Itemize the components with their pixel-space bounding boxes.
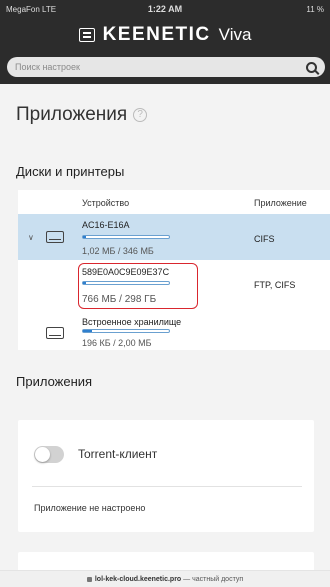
disks-section-title: Диски и принтеры <box>16 164 125 179</box>
table-row[interactable]: ∨ AC16-E16A 1,02 МБ / 346 МБ CIFS <box>18 214 330 260</box>
url-host: lol-kek-cloud.keenetic.pro <box>94 576 182 583</box>
lock-icon <box>86 576 92 582</box>
expand-icon[interactable]: ∨ <box>28 233 34 242</box>
search-icon[interactable] <box>306 61 317 73</box>
column-header-device: Устройство <box>82 198 130 208</box>
search-input[interactable] <box>15 62 306 72</box>
device-apps: CIFS <box>254 234 275 244</box>
torrent-card: Torrent-клиент Приложение не настроено <box>18 420 314 532</box>
usage-bar-fill <box>83 330 92 332</box>
page-title: Приложения <box>16 104 128 125</box>
help-icon[interactable]: ? <box>133 108 148 122</box>
device-size: 1,02 МБ / 346 МБ <box>82 246 154 256</box>
page-title-row: Приложения ? <box>16 104 148 126</box>
app-header: MegaFon LTE 1:22 AM 11 % KEENETIC Viva <box>0 0 330 84</box>
device-name: AC16-E16A <box>82 220 130 230</box>
usage-bar <box>82 329 170 333</box>
highlight-frame <box>78 263 198 309</box>
device-size: 196 КБ / 2,00 МБ <box>82 338 152 348</box>
usage-bar-fill <box>83 236 87 238</box>
status-bar: MegaFon LTE 1:22 AM 11 % <box>0 0 330 18</box>
drive-icon <box>46 327 64 339</box>
apps-section-title: Приложения <box>16 374 93 389</box>
table-row[interactable]: Встроенное хранилище 196 КБ / 2,00 МБ <box>18 314 330 350</box>
battery-level: 11 % <box>306 5 324 14</box>
disks-table: Устройство Приложение ∨ AC16-E16A 1,02 М… <box>18 190 330 350</box>
status-note: Приложение не настроено <box>34 503 146 513</box>
torrent-toggle[interactable] <box>34 446 64 463</box>
menu-icon[interactable] <box>78 28 95 42</box>
url-suffix: — частный доступ <box>183 576 244 583</box>
search-bar <box>7 57 325 77</box>
column-header-apps: Приложение <box>254 198 307 208</box>
torrent-label: Torrent-клиент <box>78 447 158 461</box>
toggle-knob <box>35 447 50 462</box>
url-bar[interactable]: lol-kek-cloud.keenetic.pro — частный дос… <box>0 570 330 587</box>
device-apps: FTP, CIFS <box>254 280 296 290</box>
clock: 1:22 AM <box>147 4 183 14</box>
brand-name: KEENETIC <box>102 24 211 45</box>
brand-bar: KEENETIC Viva <box>0 22 330 48</box>
divider <box>32 486 302 487</box>
drive-icon <box>46 231 64 243</box>
brand-model: Viva <box>218 25 252 44</box>
device-name: Встроенное хранилище <box>82 317 182 327</box>
usage-bar <box>82 235 170 239</box>
